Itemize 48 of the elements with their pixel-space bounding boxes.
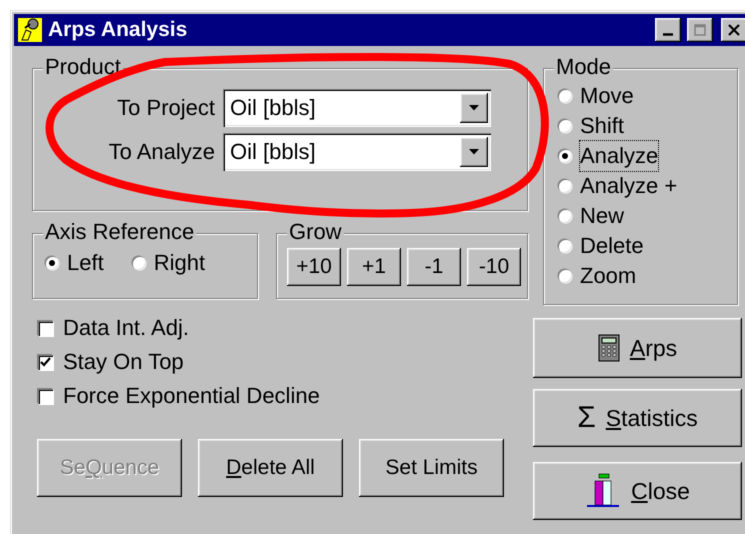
- radio-button[interactable]: [558, 149, 572, 163]
- grow-button[interactable]: +1: [347, 248, 401, 286]
- radio-button[interactable]: [558, 119, 572, 133]
- radio-button[interactable]: [558, 209, 572, 223]
- radio-label: Shift: [580, 112, 624, 140]
- pillar-icon: [585, 473, 622, 509]
- radio-label: Analyze: [580, 141, 658, 171]
- radio-button[interactable]: [558, 179, 572, 193]
- minimize-icon: [663, 32, 673, 36]
- radio-label: New: [580, 202, 624, 230]
- field-label: To Project: [117, 95, 215, 121]
- action-button[interactable]: Close: [533, 462, 742, 520]
- action-button[interactable]: Delete All: [198, 439, 343, 497]
- radio-label: Right: [154, 249, 206, 277]
- radio-label: Analyze +: [580, 172, 678, 200]
- field-label: To Analyze: [108, 139, 215, 165]
- grow-button[interactable]: -1: [407, 248, 461, 286]
- window-title: Arps Analysis: [48, 18, 188, 42]
- action-button[interactable]: Arps: [533, 318, 742, 378]
- radio-label: Left: [67, 249, 104, 277]
- radio-button[interactable]: [558, 269, 572, 283]
- radio-label: Delete: [580, 232, 644, 260]
- close-button[interactable]: [721, 18, 745, 42]
- action-button[interactable]: Set Limits: [359, 439, 504, 497]
- radio-label: Move: [580, 82, 634, 110]
- dropdown-field[interactable]: Oil [bbls]: [223, 133, 491, 171]
- radio-button[interactable]: [45, 256, 59, 270]
- action-button[interactable]: Σ Statistics: [533, 389, 742, 447]
- app-icon: [18, 18, 42, 42]
- checkbox[interactable]: [38, 354, 53, 370]
- radio-button[interactable]: [132, 256, 146, 270]
- grow-button[interactable]: -10: [467, 248, 521, 286]
- minimize-button[interactable]: [655, 18, 681, 42]
- grow-button[interactable]: +10: [287, 248, 341, 286]
- checkbox[interactable]: [38, 388, 53, 404]
- radio-button[interactable]: [558, 89, 572, 103]
- sigma-icon: Σ: [577, 403, 596, 433]
- maximize-button[interactable]: [687, 18, 713, 42]
- checkbox-label: Stay On Top: [63, 348, 184, 376]
- close-icon: [728, 24, 740, 36]
- maximize-icon: [694, 24, 706, 36]
- radio-label: Zoom: [580, 262, 636, 290]
- dropdown-field[interactable]: Oil [bbls]: [223, 89, 491, 127]
- checkbox-label: Force Exponential Decline: [63, 382, 320, 410]
- checkbox-label: Data Int. Adj.: [63, 314, 189, 342]
- radio-button[interactable]: [558, 239, 572, 253]
- checkbox[interactable]: [38, 320, 53, 336]
- calculator-icon: [598, 334, 620, 362]
